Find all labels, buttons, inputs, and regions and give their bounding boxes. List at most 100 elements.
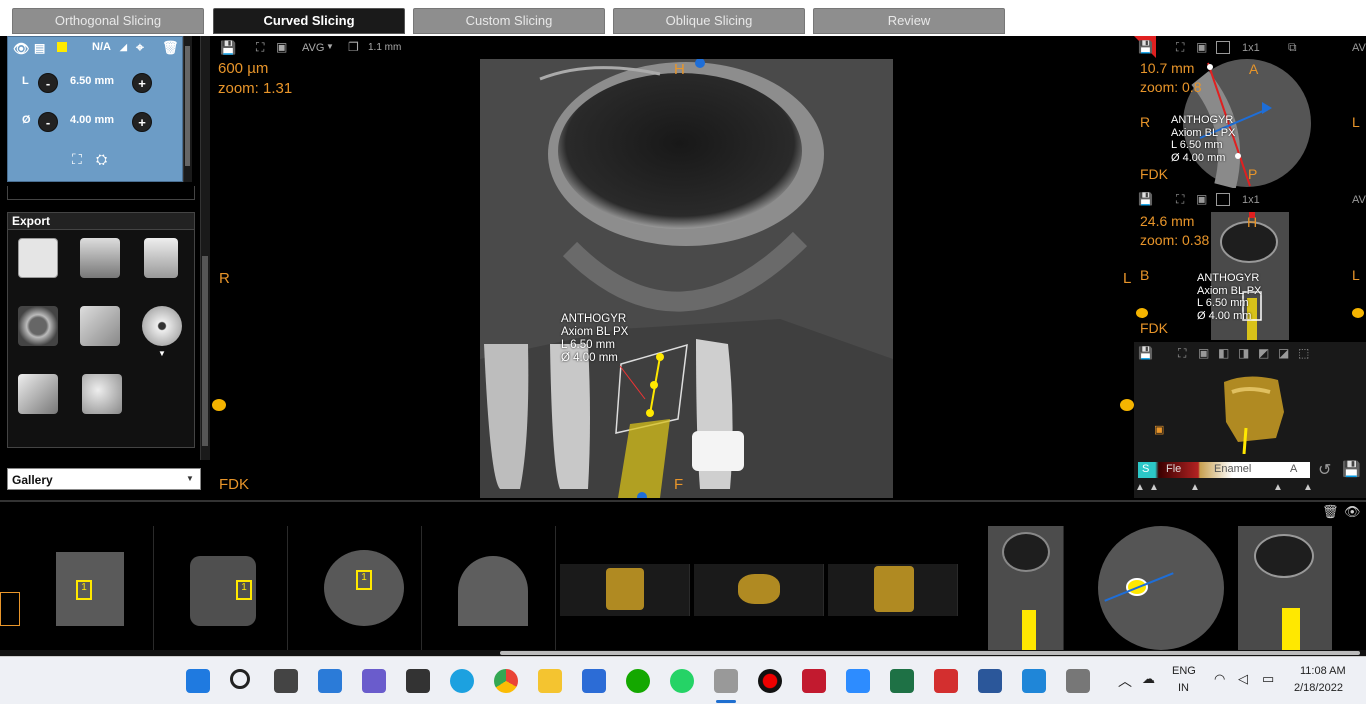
save-icon[interactable]: 💾 <box>1138 40 1153 54</box>
colormap-handle[interactable]: ▲ <box>1135 482 1145 493</box>
eye-icon[interactable]: 👁 <box>1344 504 1361 520</box>
camera-icon[interactable] <box>18 306 58 346</box>
app-icon[interactable] <box>802 669 826 693</box>
tab-oblique-slicing[interactable]: Oblique Slicing <box>613 8 805 34</box>
orientation-cube-icon[interactable]: ▣ <box>1154 423 1164 436</box>
task-view-icon[interactable] <box>274 669 298 693</box>
eye-icon[interactable]: 👁 <box>13 41 30 57</box>
chat-icon[interactable] <box>362 669 386 693</box>
3d-render-view[interactable]: 💾 ⛶ ▣ ◧ ◨ ◩ ◪ ⬚ ▣ S Fle Enamel A ↺ 💾 ▲ ▲… <box>1134 342 1366 498</box>
left-panel-scrollbar[interactable] <box>200 36 210 460</box>
colormap-handles[interactable]: ▲ ▲ ▲ ▲ ▲ <box>1134 482 1314 496</box>
left-slice-handle[interactable] <box>212 399 226 411</box>
windows-start-icon[interactable] <box>186 669 210 693</box>
layout-label[interactable]: 1x1 <box>1242 194 1260 206</box>
disc-icon[interactable] <box>142 306 182 346</box>
colormap-handle[interactable]: ▲ <box>1190 482 1200 493</box>
microsoft-store-icon[interactable] <box>582 669 606 693</box>
thumbnail-1[interactable]: 1 <box>22 526 154 650</box>
maximize-icon[interactable]: ⛶ <box>1176 40 1184 55</box>
word-icon[interactable] <box>978 669 1002 693</box>
excel-icon[interactable] <box>890 669 914 693</box>
thumbnail-partial[interactable] <box>0 592 20 626</box>
printer-icon[interactable] <box>80 238 120 278</box>
chevron-down-icon[interactable]: ▼ <box>158 349 166 358</box>
length-decrease-button[interactable]: - <box>38 73 58 93</box>
colormap-handle[interactable]: ▲ <box>1149 482 1159 493</box>
save-icon[interactable]: 💾 <box>1138 192 1153 206</box>
ct-slice-image[interactable] <box>480 59 893 498</box>
chrome-browser-icon[interactable] <box>494 669 518 693</box>
colormap-handle[interactable]: ▲ <box>1273 482 1283 493</box>
clock-date[interactable]: 2/18/2022 <box>1294 682 1343 694</box>
upwork-icon[interactable] <box>626 669 650 693</box>
recorder-icon[interactable] <box>758 669 782 693</box>
trash-icon[interactable]: 🗑 <box>162 40 179 56</box>
trash-icon[interactable]: 🗑 <box>1322 504 1339 520</box>
skull-export-icon[interactable] <box>82 374 122 414</box>
whatsapp-icon[interactable] <box>670 669 694 693</box>
photos-icon[interactable] <box>1022 669 1046 693</box>
thumbnail-2[interactable]: 1 <box>156 526 288 650</box>
length-increase-button[interactable]: + <box>132 73 152 93</box>
thumbnail-4[interactable] <box>424 526 556 650</box>
slab-icon[interactable]: ❐ <box>348 40 359 54</box>
diameter-increase-button[interactable]: + <box>132 112 152 132</box>
images-export-icon[interactable] <box>18 374 58 414</box>
link-icon[interactable]: ⧉ <box>1288 40 1297 55</box>
report-icon[interactable] <box>18 238 58 278</box>
cross-section-view[interactable]: 💾 ⛶ ▣ 1x1 AV 24.6 mm zoom: 0.38 H B L FD… <box>1134 190 1366 342</box>
clip-icon[interactable]: ◨ <box>1238 346 1249 360</box>
language-top[interactable]: ENG <box>1172 665 1196 677</box>
thumbnail-8[interactable] <box>988 526 1064 650</box>
clip-icon[interactable]: ◪ <box>1278 346 1289 360</box>
acrobat-icon[interactable] <box>934 669 958 693</box>
color-swatch-icon[interactable] <box>57 42 67 52</box>
wifi-icon[interactable]: ◠ <box>1214 671 1225 687</box>
thumbnail-10[interactable] <box>1238 526 1332 650</box>
thumbnail-9[interactable] <box>1096 526 1226 650</box>
thumbnail-5[interactable] <box>560 564 690 616</box>
app-icon[interactable] <box>1066 669 1090 693</box>
volume-icon[interactable]: ◁ <box>1238 671 1248 687</box>
layout-icon[interactable] <box>1216 41 1230 54</box>
widgets-icon[interactable] <box>318 669 342 693</box>
tissue-colormap[interactable]: S Fle Enamel A <box>1138 462 1310 478</box>
image-settings-icon[interactable]: ▣ <box>276 40 287 54</box>
language-bottom[interactable]: IN <box>1178 682 1189 694</box>
clip-icon[interactable]: ◩ <box>1258 346 1269 360</box>
clip-icon[interactable]: ◧ <box>1218 346 1229 360</box>
zoom-meetings-icon[interactable] <box>846 669 870 693</box>
image-settings-icon[interactable]: ▣ <box>1198 346 1209 360</box>
crop-icon[interactable]: ⬚ <box>1298 346 1309 360</box>
implant-panel-scrollbar[interactable] <box>183 36 192 182</box>
crosshair-icon[interactable]: ⌖ <box>136 39 144 56</box>
sticky-notes-icon[interactable] <box>406 669 430 693</box>
battery-icon[interactable]: ▭ <box>1262 671 1274 687</box>
tab-review[interactable]: Review <box>813 8 1005 34</box>
tab-custom-slicing[interactable]: Custom Slicing <box>413 8 605 34</box>
folder-export-icon[interactable] <box>80 306 120 346</box>
comment-icon[interactable]: ▤ <box>34 41 45 55</box>
tab-orthogonal-slicing[interactable]: Orthogonal Slicing <box>12 8 204 34</box>
layout-label[interactable]: 1x1 <box>1242 42 1260 54</box>
file-explorer-icon[interactable] <box>538 669 562 693</box>
maximize-icon[interactable]: ⛶ <box>1178 346 1186 361</box>
dental-app-icon[interactable] <box>714 669 738 693</box>
thumbnail-6[interactable] <box>694 564 824 616</box>
edge-browser-icon[interactable] <box>450 669 474 693</box>
implant-library-icon[interactable]: ⛭ <box>96 151 107 168</box>
save-icon[interactable]: 💾 <box>1138 346 1153 360</box>
thumbnail-7[interactable] <box>828 564 958 616</box>
curved-slicing-main-view[interactable]: 💾 ⛶ ▣ AVG ▼ ❐ 1.1 mm 600 µm zoom: 1.31 H… <box>212 36 1134 498</box>
chevron-up-icon[interactable]: ︿ <box>1118 671 1132 691</box>
maximize-icon[interactable]: ⛶ <box>1176 192 1184 207</box>
tab-curved-slicing[interactable]: Curved Slicing <box>213 8 405 34</box>
chevron-down-icon[interactable]: ▼ <box>326 42 334 51</box>
diameter-decrease-button[interactable]: - <box>38 112 58 132</box>
maximize-icon[interactable]: ⛶ <box>256 40 264 55</box>
add-implant-icon[interactable]: ⛶ <box>72 151 82 168</box>
reset-icon[interactable]: ↺ <box>1318 460 1331 480</box>
right-slice-handle[interactable] <box>1120 399 1134 411</box>
user-status-icon[interactable]: ☁ <box>1142 671 1155 687</box>
